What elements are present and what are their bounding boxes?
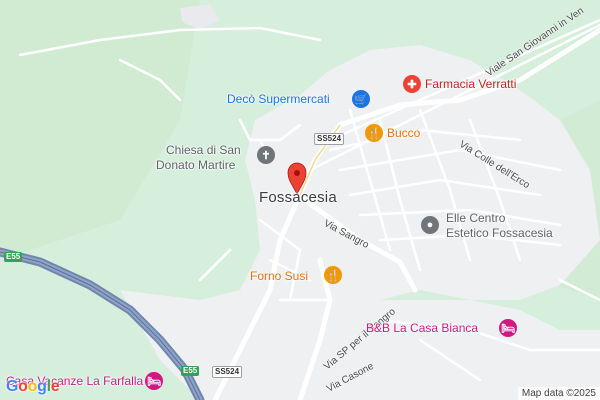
poi-label: Decò Supermercati: [227, 92, 330, 106]
pharmacy-icon: ✚: [403, 75, 421, 93]
poi-label-line1: Elle Centro: [446, 211, 506, 225]
road-shield-ss524-bottom: SS524: [212, 366, 243, 378]
road-shield-ss524-top: SS524: [314, 133, 345, 145]
google-logo: Google: [6, 378, 60, 395]
road-shield-e55-left: E55: [4, 252, 23, 262]
poi-label: Farmacia Verratti: [425, 77, 517, 91]
poi-label: Forno Susi: [250, 269, 309, 283]
hotel-bed-icon: 🛏: [145, 372, 163, 390]
town-label: Fossacesia: [259, 189, 337, 206]
poi-label-line2: Donato Martire: [156, 158, 236, 172]
poi-label: Bucco: [387, 126, 421, 140]
poi-label: B&B La Casa Bianca: [366, 321, 479, 335]
road-shield-e55-bottom: E55: [181, 366, 200, 376]
poi-label-line1: Chiesa di San: [166, 143, 241, 157]
hotel-bed-icon: 🛏: [499, 319, 517, 337]
beauty-salon-icon: ●: [421, 216, 439, 234]
map-view[interactable]: Fossacesia Viale San Giovanni in Ven Via…: [0, 0, 600, 400]
restaurant-icon: 🍴: [365, 124, 383, 142]
poi-label-line2: Estetico Fossacesia: [446, 226, 553, 240]
shopping-cart-icon: 🛒: [352, 90, 370, 108]
restaurant-icon: 🍴: [324, 266, 342, 284]
church-cross-icon: ✝: [257, 146, 275, 164]
map-attribution[interactable]: Map data ©2025: [517, 387, 600, 400]
